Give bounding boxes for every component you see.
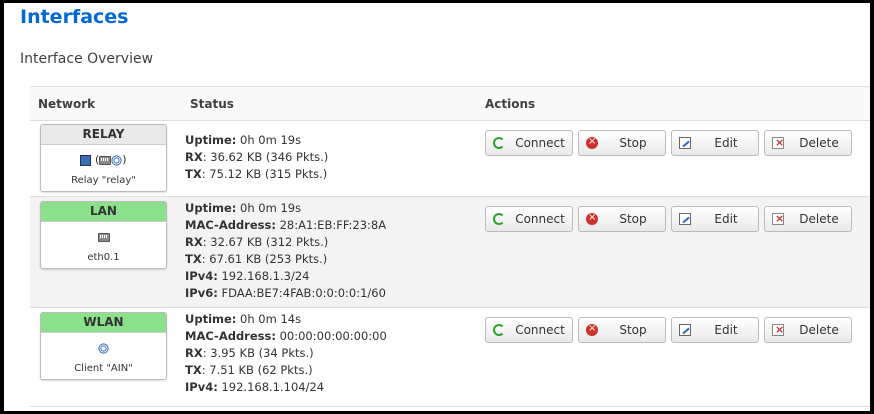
delete-button[interactable]: Delete [764, 317, 852, 343]
status-block-wlan: Uptime: 0h 0m 14s MAC-Address: 00:00:00:… [185, 311, 387, 396]
status-line: TX: 7.51 KB (62 Pkts.) [185, 363, 313, 377]
delete-icon [772, 207, 784, 231]
delete-button[interactable]: Delete [764, 206, 852, 232]
edit-button[interactable]: Edit [671, 317, 759, 343]
column-actions: Actions [485, 97, 536, 111]
stop-button[interactable]: Stop [578, 130, 666, 156]
status-line: IPv4: 192.168.1.104/24 [185, 380, 325, 394]
column-network: Network [38, 97, 96, 111]
table-header: Network Status Actions [30, 87, 870, 121]
status-block-lan: Uptime: 0h 0m 19s MAC-Address: 28:A1:EB:… [185, 200, 386, 302]
bridge-icon [80, 154, 92, 166]
network-badge-relay: RELAY () Relay "relay" [40, 124, 167, 192]
delete-icon [772, 131, 784, 155]
network-icon [99, 155, 112, 165]
stop-icon [586, 317, 598, 341]
status-line: TX: 67.61 KB (253 Pkts.) [185, 252, 328, 266]
status-line: MAC-Address: 00:00:00:00:00:00 [185, 329, 387, 343]
connect-button[interactable]: Connect [485, 206, 573, 232]
device-name: eth0.1 [87, 252, 120, 263]
wifi-icon [111, 154, 123, 166]
page-title: Interfaces [20, 6, 129, 28]
edit-icon [679, 213, 691, 225]
stop-icon [586, 130, 598, 154]
status-line: MAC-Address: 28:A1:EB:FF:23:8A [185, 218, 387, 232]
status-line: RX: 32.67 KB (312 Pkts.) [185, 235, 329, 249]
device-name: Relay "relay" [71, 175, 136, 186]
status-block-relay: Uptime: 0h 0m 19s RX: 36.62 KB (346 Pkts… [185, 132, 328, 183]
network-name: LAN [41, 202, 166, 222]
refresh-icon [493, 137, 505, 149]
paren-close: ) [122, 153, 127, 166]
status-line: IPv4: 192.168.1.3/24 [185, 269, 310, 283]
device-name: Client "AIN" [74, 363, 133, 374]
stop-button[interactable]: Stop [578, 206, 666, 232]
refresh-icon [493, 213, 505, 225]
network-name: WLAN [41, 313, 166, 333]
status-line: TX: 75.12 KB (315 Pkts.) [185, 167, 328, 181]
table-row-lan: LAN eth0.1 Uptime: 0h 0m 19s MAC-Address… [30, 197, 870, 308]
delete-button[interactable]: Delete [764, 130, 852, 156]
column-status: Status [190, 97, 234, 111]
table-row-relay: RELAY () Relay "relay" Uptime: 0h 0m 19s… [30, 121, 870, 197]
status-line: IPv6: FDAA:BE7:4FAB:0:0:0:0:1/60 [185, 286, 386, 300]
section-title: Interface Overview [20, 51, 154, 67]
status-line: Uptime: 0h 0m 14s [185, 312, 302, 326]
network-badge-wlan: WLAN Client "AIN" [40, 312, 167, 380]
edit-button[interactable]: Edit [671, 206, 759, 232]
status-line: RX: 3.95 KB (34 Pkts.) [185, 346, 314, 360]
edit-icon [679, 324, 691, 336]
connect-button[interactable]: Connect [485, 130, 573, 156]
stop-icon [586, 206, 598, 230]
delete-icon [772, 318, 784, 342]
status-line: Uptime: 0h 0m 19s [185, 201, 302, 215]
status-line: RX: 36.62 KB (346 Pkts.) [185, 150, 329, 164]
edit-button[interactable]: Edit [671, 130, 759, 156]
edit-icon [679, 137, 691, 149]
status-line: Uptime: 0h 0m 19s [185, 133, 302, 147]
interfaces-page: Interfaces Interface Overview Network St… [4, 3, 870, 411]
network-badge-lan: LAN eth0.1 [40, 201, 167, 269]
stop-button[interactable]: Stop [578, 317, 666, 343]
wifi-icon [98, 342, 109, 354]
connect-button[interactable]: Connect [485, 317, 573, 343]
interface-table: Network Status Actions RELAY () Relay "r… [30, 86, 870, 407]
refresh-icon [493, 324, 505, 336]
table-row-wlan: WLAN Client "AIN" Uptime: 0h 0m 14s MAC-… [30, 308, 870, 407]
network-name: RELAY [41, 125, 166, 145]
network-icon [97, 232, 110, 242]
